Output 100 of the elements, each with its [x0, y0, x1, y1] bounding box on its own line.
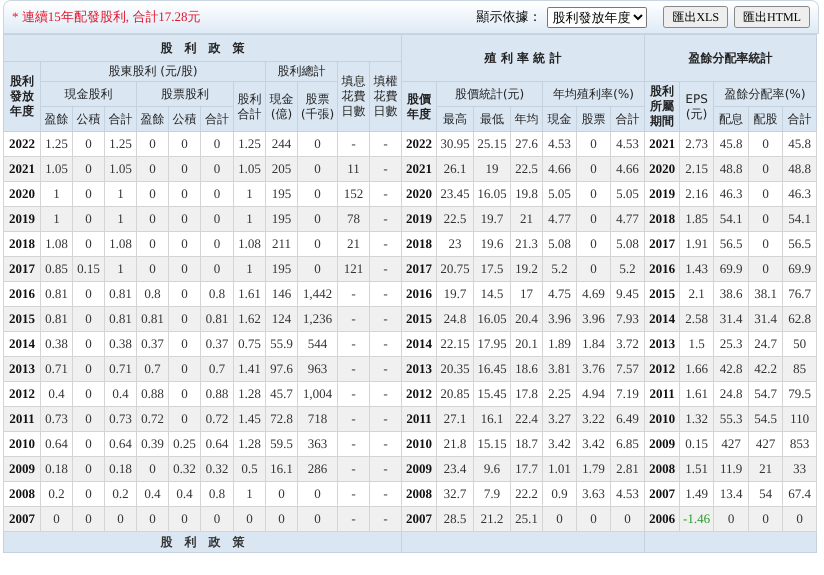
table-cell: 16.1 [474, 406, 510, 432]
table-cell: 1.66 [680, 356, 714, 382]
table-cell: 31.4 [714, 306, 749, 332]
table-cell: 2.58 [680, 306, 714, 332]
table-cell: 0 [168, 506, 200, 532]
table-cell: 2011 [4, 406, 40, 432]
table-cell: 0 [298, 506, 338, 532]
table-cell: 1 [104, 206, 136, 232]
table-cell: 3.27 [542, 406, 576, 432]
table-cell: 19.2 [510, 256, 542, 282]
table-cell: 0 [104, 506, 136, 532]
table-cell: - [338, 306, 370, 332]
table-cell: 0 [136, 456, 168, 482]
table-cell: 0 [200, 156, 234, 182]
table-cell: 205 [266, 156, 298, 182]
table-cell: 124 [266, 306, 298, 332]
table-cell: 20.75 [436, 256, 474, 282]
table-cell: 33 [782, 456, 817, 482]
table-cell: 1.32 [680, 406, 714, 432]
table-cell: 3.96 [542, 306, 576, 332]
table-cell: 5.2 [610, 256, 645, 282]
dividend-notice: * 連續15年配發股利, 合計17.28元 [12, 8, 200, 26]
column-header: 公積 [72, 106, 104, 132]
column-header: 股利所屬期間 [644, 82, 680, 132]
table-cell: 0 [136, 506, 168, 532]
table-cell: 0 [72, 156, 104, 182]
table-cell: -1.46 [680, 506, 714, 532]
export-button[interactable]: 匯出HTML [734, 6, 810, 28]
display-select[interactable]: 股利發放年度 [547, 6, 648, 28]
table-cell: 0 [200, 256, 234, 282]
table-cell: 2017 [4, 256, 40, 282]
table-cell: 97.6 [266, 356, 298, 382]
table-cell: 11.9 [714, 456, 749, 482]
table-cell: 25.1 [510, 506, 542, 532]
table-cell: 54.5 [748, 406, 783, 432]
column-header: 最高 [436, 106, 474, 132]
table-cell: 24.8 [436, 306, 474, 332]
column-header: 股票股利 [136, 82, 234, 106]
table-cell: 85 [782, 356, 817, 382]
table-cell: 0 [576, 256, 610, 282]
table-cell: 0.81 [104, 306, 136, 332]
table-cell: 16.1 [266, 456, 298, 482]
table-cell: 0.7 [200, 356, 234, 382]
table-cell: 2016 [644, 256, 680, 282]
table-cell: 48.8 [714, 156, 749, 182]
table-cell: - [370, 356, 402, 382]
column-header: EPS(元) [680, 82, 714, 132]
table-cell: 0.5 [234, 456, 266, 482]
table-cell: 4.77 [610, 206, 645, 232]
table-cell: 22.5 [510, 156, 542, 182]
table-cell: 20.35 [436, 356, 474, 382]
table-cell: 110 [782, 406, 817, 432]
table-cell: 22.4 [510, 406, 542, 432]
table-cell: 0 [168, 206, 200, 232]
table-cell: 1 [234, 206, 266, 232]
table-cell: 0 [136, 256, 168, 282]
export-button[interactable]: 匯出XLS [663, 6, 728, 28]
column-group-header: 股 利 政 策 [4, 34, 402, 62]
table-cell: - [338, 356, 370, 382]
table-cell: 0 [576, 206, 610, 232]
table-cell: 9.6 [474, 456, 510, 482]
column-header: 配股 [748, 106, 783, 132]
table-cell: 0 [298, 156, 338, 182]
column-header: 股利合計 [234, 82, 266, 132]
table-cell: 0 [168, 356, 200, 382]
table-cell: 2008 [644, 456, 680, 482]
table-cell: 17.7 [510, 456, 542, 482]
table-cell: 0.32 [200, 456, 234, 482]
table-cell: 72.8 [266, 406, 298, 432]
table-cell: 0.72 [200, 406, 234, 432]
table-cell: 16.05 [474, 306, 510, 332]
table-cell: 1 [40, 206, 72, 232]
table-cell: 21.2 [474, 506, 510, 532]
table-cell: - [338, 456, 370, 482]
table-cell: 2013 [402, 356, 436, 382]
table-cell: 0 [200, 206, 234, 232]
table-cell: 0 [576, 156, 610, 182]
table-cell: 2013 [4, 356, 40, 382]
table-cell: 4.77 [542, 206, 576, 232]
table-cell: 0 [610, 506, 645, 532]
table-cell: 2020 [644, 156, 680, 182]
table-cell: 195 [266, 256, 298, 282]
table-cell: 42.2 [748, 356, 783, 382]
table-cell: 0 [136, 156, 168, 182]
table-cell: 2019 [402, 206, 436, 232]
table-cell: 48.8 [782, 156, 817, 182]
display-label: 顯示依據： [476, 9, 542, 26]
table-cell: 0.73 [40, 406, 72, 432]
table-cell: 0 [168, 406, 200, 432]
table-cell: 0 [234, 506, 266, 532]
table-cell: 0 [168, 156, 200, 182]
table-cell: 0.81 [40, 306, 72, 332]
table-cell: 7.93 [610, 306, 645, 332]
table-cell: 0.7 [136, 356, 168, 382]
column-group-header: 殖 利 率 統 計 [402, 34, 645, 82]
table-cell: 5.2 [542, 256, 576, 282]
table-cell: 0.71 [104, 356, 136, 382]
column-header: 合計 [200, 106, 234, 132]
table-cell: 4.66 [610, 156, 645, 182]
table-cell: 963 [298, 356, 338, 382]
